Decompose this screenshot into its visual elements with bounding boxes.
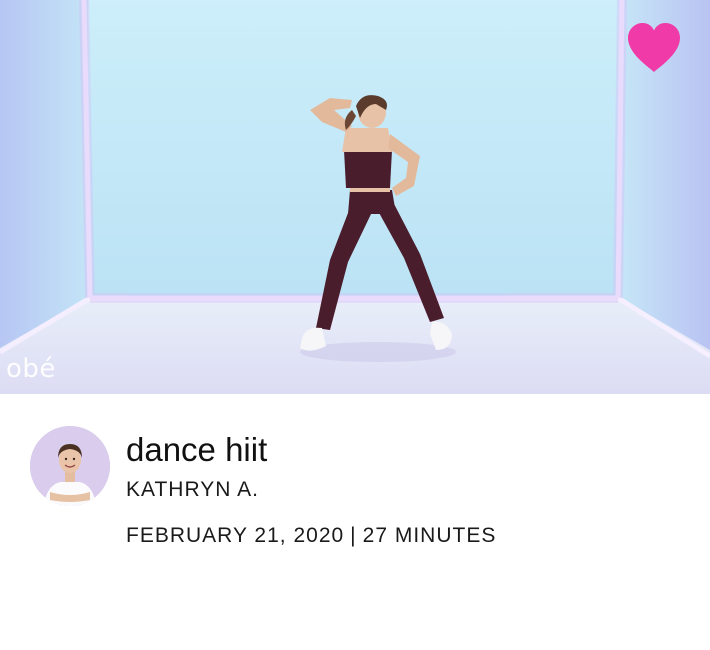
favorite-button[interactable]: [626, 22, 682, 74]
workout-meta: FEBRUARY 21, 2020 | 27 MINUTES: [126, 524, 496, 548]
video-still-image: [0, 0, 710, 394]
heart-icon: [628, 23, 680, 72]
workout-details: dance hiit KATHRYN A. FEBRUARY 21, 2020 |…: [0, 394, 710, 650]
meta-separator: |: [350, 524, 357, 547]
instructor-avatar[interactable]: [30, 426, 110, 506]
instructor-photo: [30, 426, 110, 506]
video-thumbnail[interactable]: obé: [0, 0, 710, 394]
workout-title[interactable]: dance hiit: [126, 431, 267, 468]
brand-logo: obé: [6, 354, 56, 384]
workout-card[interactable]: obé dance hiit KATHRYN A. FEBRUARY 21, 2…: [0, 0, 710, 650]
workout-date: FEBRUARY 21, 2020: [126, 524, 345, 547]
workout-duration: 27 MINUTES: [362, 524, 497, 547]
instructor-name[interactable]: KATHRYN A.: [126, 478, 259, 502]
